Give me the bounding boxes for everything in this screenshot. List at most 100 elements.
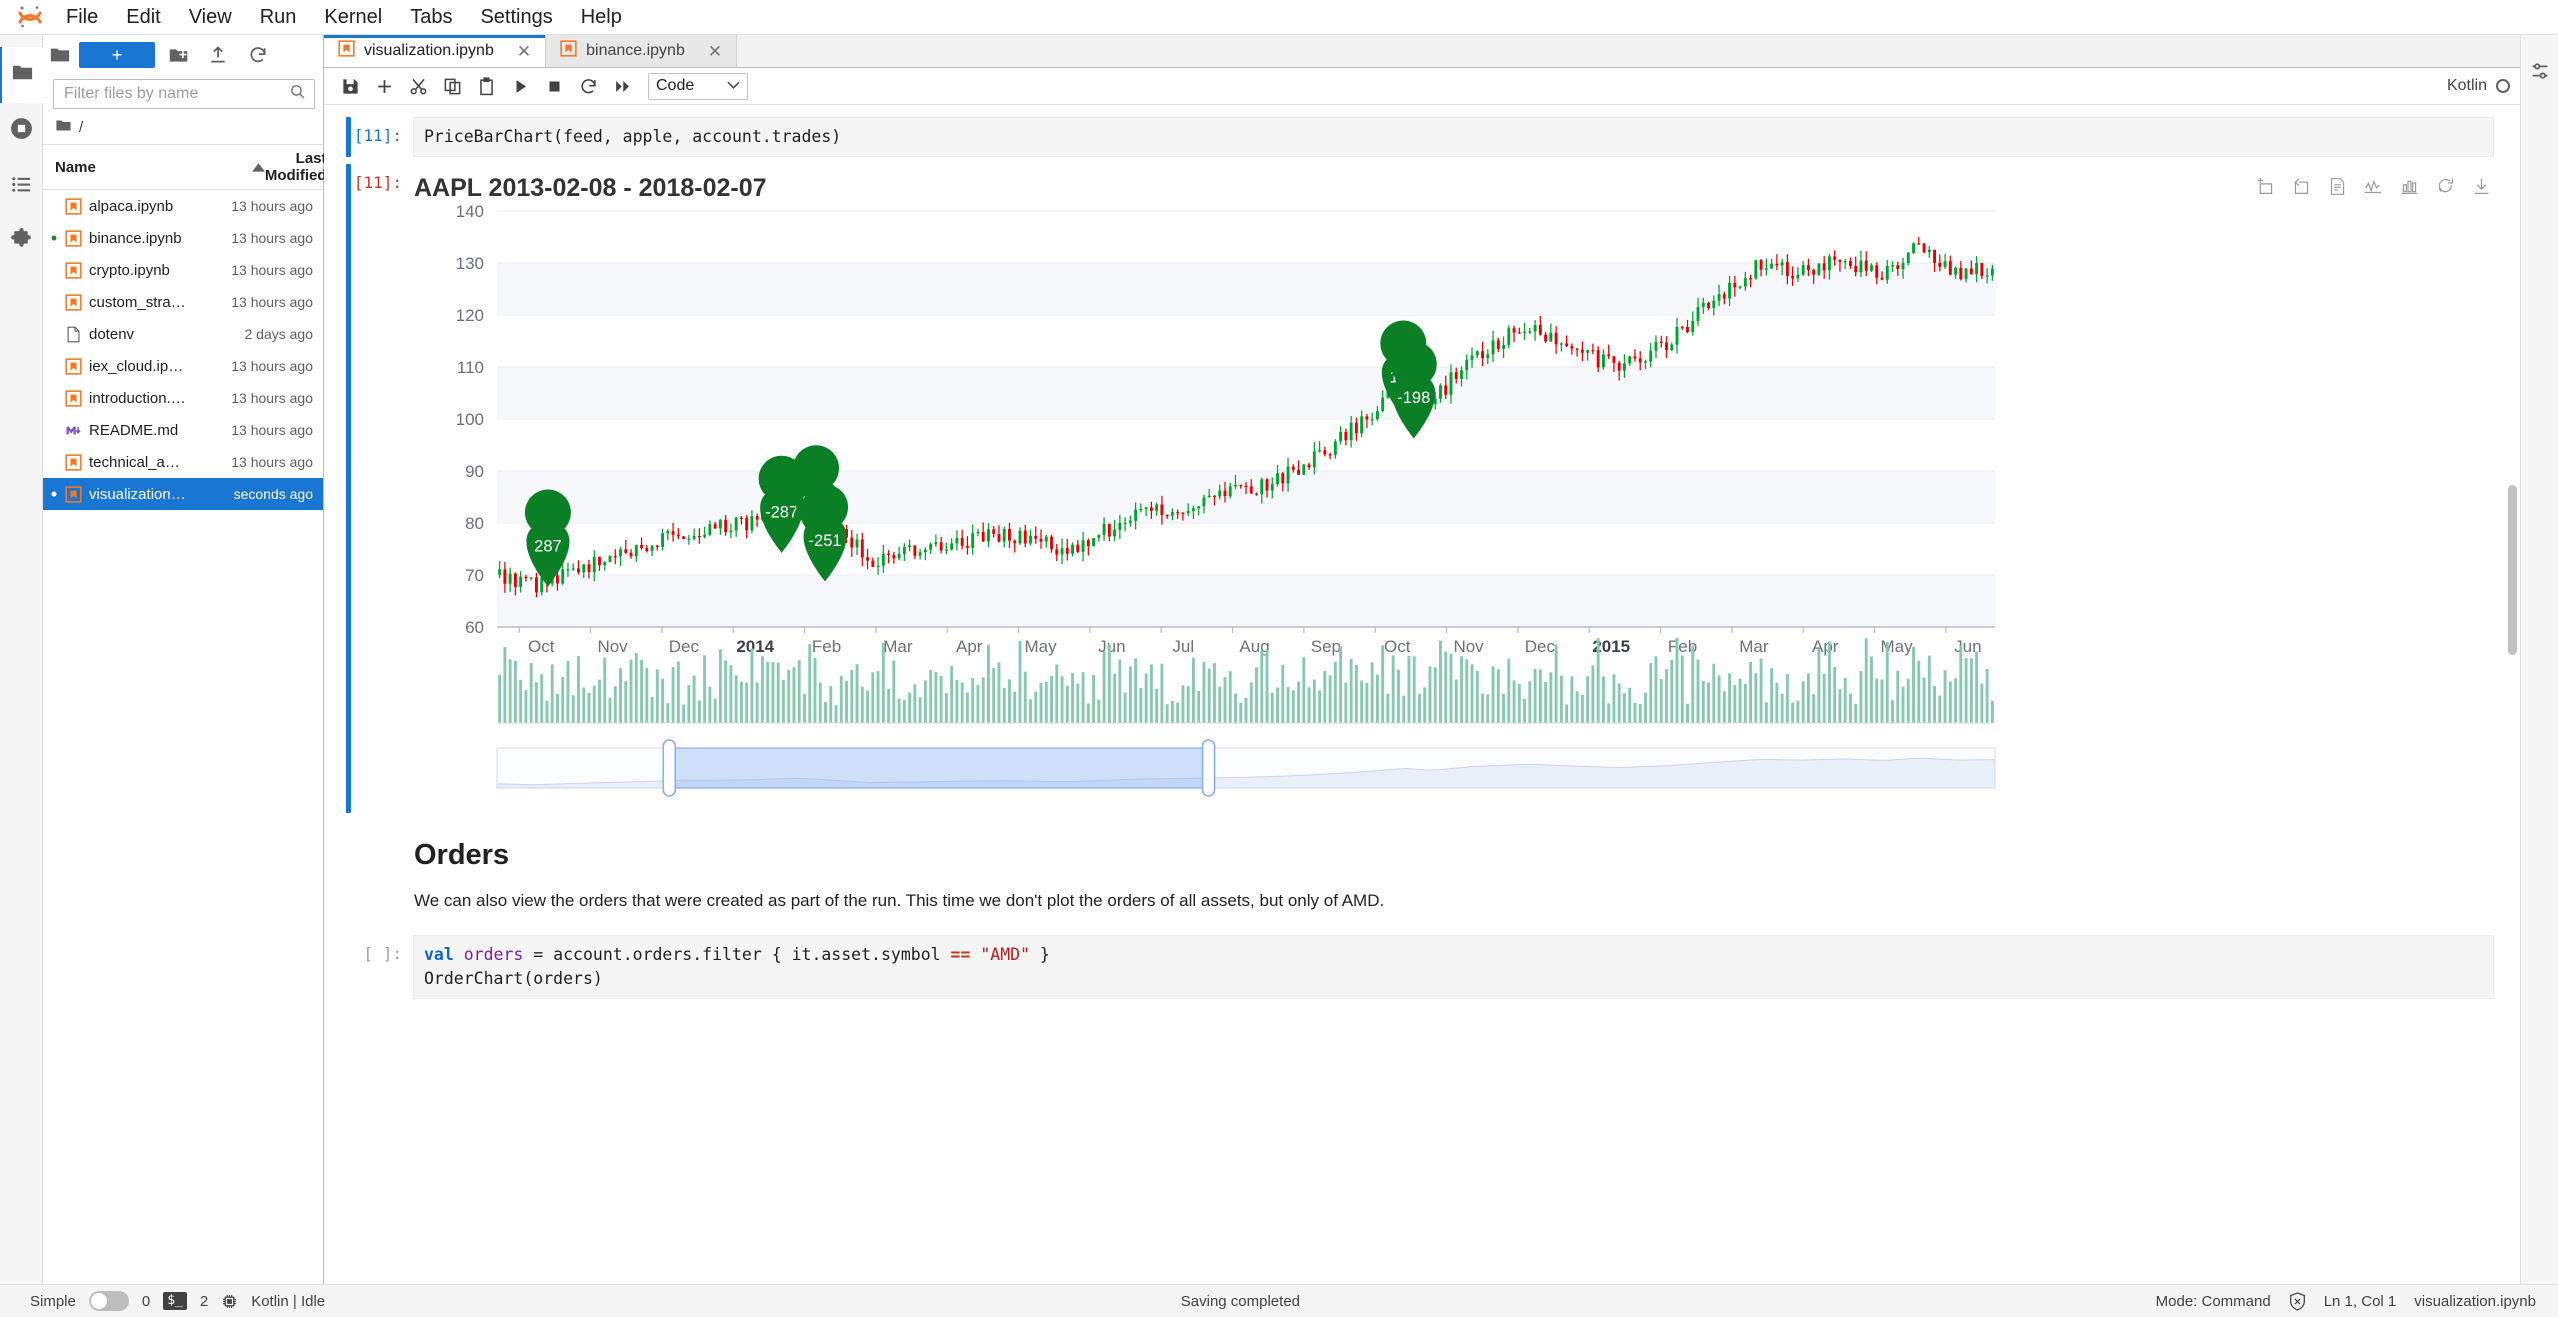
stop-icon[interactable] — [538, 71, 570, 101]
sidebar-item-commands[interactable] — [0, 159, 43, 215]
stop-circle-icon — [9, 116, 34, 146]
zoom-rect-icon[interactable] — [2254, 176, 2276, 198]
add-cell-icon[interactable] — [368, 71, 400, 101]
list-item[interactable]: README.md 13 hours ago — [43, 414, 323, 446]
svg-text:Feb: Feb — [812, 637, 841, 656]
menu-tabs[interactable]: Tabs — [396, 2, 466, 32]
kernel-count[interactable]: 0 — [142, 1293, 150, 1310]
close-icon[interactable]: ✕ — [503, 43, 531, 60]
cell-prompt: [ ]: — [363, 944, 402, 964]
svg-text:Aug: Aug — [1239, 637, 1269, 656]
price-bar-chart[interactable]: 60 70 80 90 100 110 120 130 140 Oct Nov Dec 2014 Feb M… — [413, 203, 2494, 813]
refresh-button[interactable] — [241, 40, 275, 70]
save-image-icon[interactable] — [2470, 176, 2492, 198]
svg-text:Sep: Sep — [1311, 637, 1341, 656]
chart-canvas[interactable]: 60 70 80 90 100 110 120 130 140 Oct Nov Dec 2014 Feb M… — [413, 203, 2013, 803]
list-item[interactable]: •visualization.ipynbseconds ago — [43, 478, 323, 510]
list-item[interactable]: technical_analysis.ipynb 13 hours ago — [43, 446, 323, 478]
list-item[interactable]: iex_cloud.ipynb 13 hours ago — [43, 350, 323, 382]
svg-text:Apr: Apr — [1812, 637, 1839, 656]
data-view-icon[interactable] — [2326, 176, 2348, 198]
cell-type-dropdown[interactable]: Code — [648, 72, 748, 100]
main-dock-area: visualization.ipynb ✕ binance.ipynb ✕ Co… — [324, 35, 2520, 1284]
list-item[interactable]: • binance.ipynb 13 hours ago — [43, 222, 323, 254]
restart-icon[interactable] — [572, 71, 604, 101]
code-string: "AMD" — [980, 945, 1030, 965]
menu-edit[interactable]: Edit — [112, 2, 174, 32]
svg-text:70: 70 — [465, 566, 484, 585]
list-item[interactable]: custom_strategies.ipynb 13 hours ago — [43, 286, 323, 318]
bar-chart-icon[interactable] — [2398, 176, 2420, 198]
menu-kernel[interactable]: Kernel — [310, 2, 396, 32]
tab-visualization-ipynb[interactable]: visualization.ipynb ✕ — [324, 35, 547, 67]
menu-file[interactable]: File — [52, 2, 112, 32]
scrollbar-thumb[interactable] — [2508, 485, 2517, 655]
notebook-cell-markdown[interactable]: Orders We can also view the orders that … — [324, 817, 2520, 922]
restore-zoom-icon[interactable] — [2290, 176, 2312, 198]
file-name: custom_strategies.ipynb — [89, 293, 188, 311]
close-icon[interactable]: ✕ — [694, 43, 722, 60]
search-input[interactable] — [62, 84, 289, 104]
menu-settings[interactable]: Settings — [466, 2, 566, 32]
menu-view[interactable]: View — [175, 2, 246, 32]
svg-text:60: 60 — [465, 618, 484, 637]
cell-type-value: Code — [656, 77, 695, 94]
markdown-heading: Orders — [414, 838, 510, 871]
trade-marker[interactable]: -198 — [1390, 341, 1437, 439]
datazoom-handle[interactable] — [662, 739, 677, 797]
svg-text:140: 140 — [456, 203, 484, 221]
list-item[interactable]: crypto.ipynb 13 hours ago — [43, 254, 323, 286]
cursor-position[interactable]: Ln 1, Col 1 — [2324, 1293, 2397, 1310]
file-filter-box[interactable] — [53, 79, 315, 109]
list-item[interactable]: introduction.ipynb 13 hours ago — [43, 382, 323, 414]
list-item[interactable]: dotenv 2 days ago — [43, 318, 323, 350]
column-header-name[interactable]: Name — [55, 159, 265, 176]
file-name: visualization.ipynb — [89, 485, 188, 503]
code-editor[interactable]: val orders = account.orders.filter { it.… — [413, 935, 2494, 1000]
sidebar-item-file-browser[interactable] — [0, 47, 43, 103]
restart-run-all-icon[interactable] — [606, 71, 638, 101]
vertical-scrollbar[interactable] — [2506, 105, 2518, 1284]
line-chart-icon[interactable] — [2362, 176, 2384, 198]
notebook-cell-output[interactable]: [11]: AAPL 2013-02-08 - 2018-02-07 60 70… — [324, 163, 2520, 813]
notebook-icon — [560, 40, 577, 62]
new-launcher-button[interactable]: + — [79, 42, 155, 68]
paste-icon[interactable] — [470, 71, 502, 101]
refresh-icon[interactable] — [2434, 176, 2456, 198]
simple-mode-toggle[interactable] — [88, 1291, 129, 1311]
notebook-icon — [61, 293, 85, 311]
notebook-cell-code[interactable]: [11]: PriceBarChart(feed, apple, account… — [324, 117, 2520, 157]
notebook-scroll-area[interactable]: [11]: PriceBarChart(feed, apple, account… — [324, 105, 2520, 1284]
column-header-last-modified[interactable]: Last Modified — [265, 150, 327, 184]
sidebar-item-running[interactable] — [0, 103, 43, 159]
upload-button[interactable] — [201, 40, 235, 70]
datazoom-window[interactable] — [668, 747, 1210, 789]
file-modified: 13 hours ago — [231, 262, 313, 278]
run-icon[interactable] — [504, 71, 536, 101]
terminal-count[interactable]: 2 — [200, 1293, 208, 1310]
terminal-icon: $_ — [163, 1291, 187, 1311]
copy-icon[interactable] — [436, 71, 468, 101]
menu-run[interactable]: Run — [246, 2, 311, 32]
tab-binance-ipynb[interactable]: binance.ipynb ✕ — [546, 35, 738, 67]
code-editor[interactable]: PriceBarChart(feed, apple, account.trade… — [413, 117, 2494, 157]
sidebar-item-extensions[interactable] — [0, 215, 43, 271]
kernel-status-label[interactable]: Kotlin | Idle — [251, 1293, 325, 1310]
cut-icon[interactable] — [402, 71, 434, 101]
menu-help[interactable]: Help — [567, 2, 636, 32]
editor-mode-label[interactable]: Mode: Command — [2156, 1293, 2271, 1310]
list-item[interactable]: alpaca.ipynb 13 hours ago — [43, 190, 323, 222]
kernel-indicator[interactable]: Kotlin — [2447, 77, 2510, 95]
folder-icon — [55, 117, 72, 138]
code-variable: orders — [463, 945, 524, 965]
property-inspector-button[interactable] — [2518, 45, 2558, 101]
breadcrumb[interactable]: / — [43, 115, 323, 144]
notebook-cell-code[interactable]: [ ]: val orders = account.orders.filter … — [324, 935, 2520, 1000]
datazoom-handle[interactable] — [1201, 739, 1216, 797]
kernel-name-label: Kotlin — [2446, 77, 2487, 94]
save-icon[interactable] — [334, 71, 366, 101]
breadcrumb-root[interactable]: / — [79, 119, 83, 136]
new-folder-button[interactable] — [161, 40, 195, 70]
svg-text:110: 110 — [457, 358, 484, 377]
trade-marker[interactable]: -251 — [802, 484, 849, 582]
